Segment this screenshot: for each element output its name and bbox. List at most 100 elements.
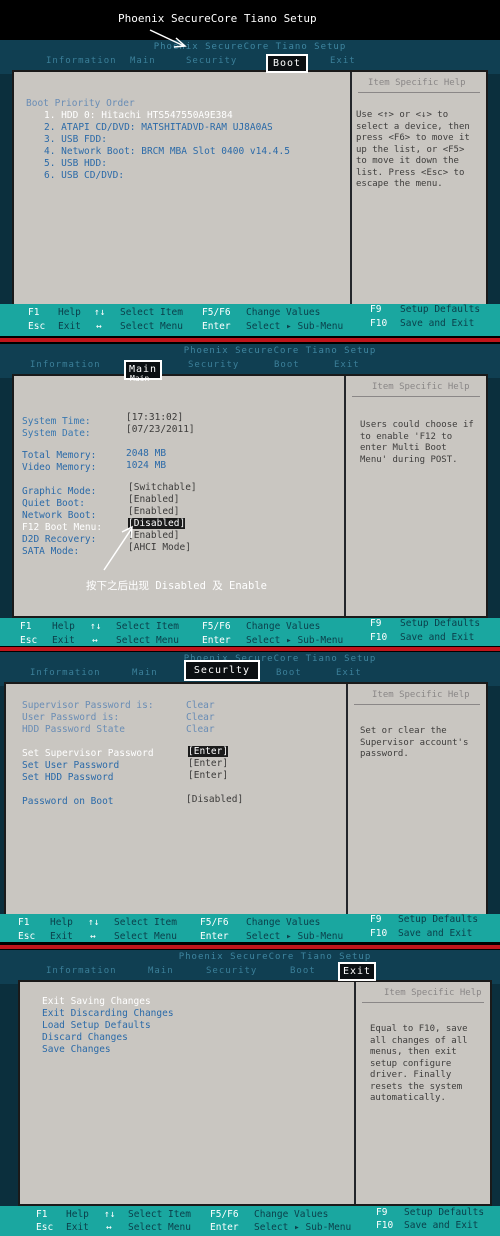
set-hdd-password-label: Set HDD Password	[22, 772, 114, 783]
tab-boot[interactable]: Boot	[290, 966, 316, 976]
boot-annotation-box: Boot	[266, 54, 308, 73]
select-item-label: Select Item	[114, 917, 177, 928]
set-user-password-label: Set User Password	[22, 760, 120, 771]
tab-security[interactable]: Security	[186, 56, 237, 66]
tab-exit[interactable]: Exit	[336, 668, 362, 678]
help-text: Users could choose if to enable 'F12 to …	[360, 420, 474, 465]
tab-exit[interactable]: Exit	[330, 56, 356, 66]
key-legend: F1 Help ↑↓ Select Item F5/F6 Change Valu…	[0, 914, 500, 942]
f12-boot-menu-value[interactable]: [Disabled]	[128, 518, 186, 529]
f9-key: F9	[376, 1207, 388, 1218]
tab-information[interactable]: Information	[46, 966, 117, 976]
discard-changes[interactable]: Discard Changes	[42, 1032, 128, 1043]
boot-device-6[interactable]: 6. USB CD/DVD:	[44, 170, 124, 181]
set-supervisor-password-label: Set Supervisor Password	[22, 748, 154, 759]
f12-boot-menu-label: F12 Boot Menu:	[22, 522, 103, 533]
exit-annotation-box: Exit	[338, 962, 376, 981]
esc-key: Esc	[18, 931, 36, 942]
f1-key: F1	[28, 307, 40, 318]
boot-device-2[interactable]: 2. ATAPI CD/DVD: MATSHITADVD-RAM UJ8A0AS	[44, 122, 273, 133]
load-setup-defaults[interactable]: Load Setup Defaults	[42, 1020, 151, 1031]
tab-exit[interactable]: Exit	[334, 360, 360, 370]
tab-information[interactable]: Information	[46, 56, 117, 66]
exit-label: Exit	[58, 321, 81, 332]
exit-saving-changes[interactable]: Exit Saving Changes	[42, 996, 151, 1007]
separator-line	[0, 338, 500, 342]
f5f6-key: F5/F6	[202, 621, 231, 632]
setup-defaults-label: Setup Defaults	[398, 914, 479, 925]
quiet-boot-value[interactable]: [Enabled]	[128, 494, 179, 505]
save-changes[interactable]: Save Changes	[42, 1044, 111, 1055]
tab-information[interactable]: Information	[30, 360, 101, 370]
select-submenu-label: Select ▸ Sub-Menu	[254, 1222, 352, 1233]
setup-defaults-label: Setup Defaults	[404, 1207, 485, 1218]
enter-key: Enter	[200, 931, 229, 942]
tab-boot[interactable]: Boot	[274, 360, 300, 370]
help-rule	[354, 704, 480, 705]
save-exit-label: Save and Exit	[404, 1220, 479, 1231]
key-legend: F1 Help ↑↓ Select Item F5/F6 Change Valu…	[0, 1206, 500, 1236]
f9-key: F9	[370, 618, 382, 629]
video-memory-value: 1024 MB	[126, 460, 167, 471]
boot-device-5[interactable]: 5. USB HDD:	[44, 158, 107, 169]
updown-arrows-icon: ↑↓	[88, 917, 100, 928]
select-item-label: Select Item	[128, 1209, 191, 1220]
select-menu-label: Select Menu	[116, 635, 179, 646]
tab-boot[interactable]: Boot	[276, 668, 302, 678]
key-legend: F1 Help ↑↓ Select Item F5/F6 Change Valu…	[0, 304, 500, 336]
bios-title: Phoenix SecureCore Tiano Setup	[183, 346, 377, 356]
select-menu-label: Select Menu	[114, 931, 177, 942]
bios-screen: Item Specific Help Boot Priority Order 1…	[12, 70, 488, 306]
boot-device-3[interactable]: 3. USB FDD:	[44, 134, 107, 145]
main-annotation-sublabel: Main	[130, 374, 150, 383]
user-password-status-label: User Password is:	[22, 712, 120, 723]
password-on-boot-label: Password on Boot	[22, 796, 114, 807]
leftright-arrows-icon: ↔	[96, 321, 102, 332]
sata-mode-value[interactable]: [AHCI Mode]	[128, 542, 191, 553]
bios-header: Phoenix SecureCore Tiano Setup Informati…	[0, 344, 500, 378]
tab-information[interactable]: Information	[30, 668, 101, 678]
tab-main[interactable]: Main	[132, 668, 158, 678]
set-hdd-password-enter[interactable]: [Enter]	[188, 770, 228, 781]
d2d-recovery-label: D2D Recovery:	[22, 534, 97, 545]
select-submenu-label: Select ▸ Sub-Menu	[246, 321, 344, 332]
f9-key: F9	[370, 914, 382, 925]
system-time-value[interactable]: [17:31:02]	[126, 412, 183, 423]
tab-security[interactable]: Security	[188, 360, 239, 370]
bios-title: Phoenix SecureCore Tiano Setup	[178, 952, 372, 962]
bios-title: Phoenix SecureCore Tiano Setup	[183, 654, 377, 664]
hdd-password-state-label: HDD Password State	[22, 724, 125, 735]
tab-main[interactable]: Main	[130, 56, 156, 66]
boot-device-4[interactable]: 4. Network Boot: BRCM MBA Slot 0400 v14.…	[44, 146, 290, 157]
system-date-value[interactable]: [07/23/2011]	[126, 424, 195, 435]
select-submenu-label: Select ▸ Sub-Menu	[246, 635, 344, 646]
esc-key: Esc	[28, 321, 46, 332]
f12-annotation-caption: 按下之后出现 Disabled 及 Enable	[86, 580, 267, 592]
f1-key: F1	[20, 621, 32, 632]
graphic-mode-value[interactable]: [Switchable]	[128, 482, 197, 493]
tab-security[interactable]: Security	[206, 966, 257, 976]
boot-device-1[interactable]: 1. HDD 0: Hitachi HTS547550A9E384	[44, 110, 233, 121]
setup-defaults-label: Setup Defaults	[400, 618, 481, 629]
setup-defaults-label: Setup Defaults	[400, 304, 481, 315]
help-rule	[362, 1002, 484, 1003]
set-user-password-enter[interactable]: [Enter]	[188, 758, 228, 769]
updown-arrows-icon: ↑↓	[104, 1209, 116, 1220]
pane-divider	[354, 982, 356, 1204]
f10-key: F10	[370, 318, 388, 329]
set-supervisor-password-enter[interactable]: [Enter]	[188, 746, 229, 757]
save-exit-label: Save and Exit	[400, 318, 475, 329]
f10-key: F10	[370, 632, 388, 643]
exit-discarding-changes[interactable]: Exit Discarding Changes	[42, 1008, 174, 1019]
change-values-label: Change Values	[246, 307, 321, 318]
key-legend: F1 Help ↑↓ Select Item F5/F6 Change Valu…	[0, 618, 500, 646]
system-date-label: System Date:	[22, 428, 91, 439]
d2d-recovery-value[interactable]: [Enabled]	[128, 530, 179, 541]
tab-main[interactable]: Main	[148, 966, 174, 976]
bios-screen: Item Specific Help Exit Saving Changes E…	[18, 980, 492, 1206]
bios-header: Phoenix SecureCore Tiano Setup Informati…	[0, 950, 500, 984]
password-on-boot-value[interactable]: [Disabled]	[186, 794, 243, 805]
graphic-mode-label: Graphic Mode:	[22, 486, 97, 497]
network-boot-value[interactable]: [Enabled]	[128, 506, 179, 517]
select-submenu-label: Select ▸ Sub-Menu	[246, 931, 344, 942]
